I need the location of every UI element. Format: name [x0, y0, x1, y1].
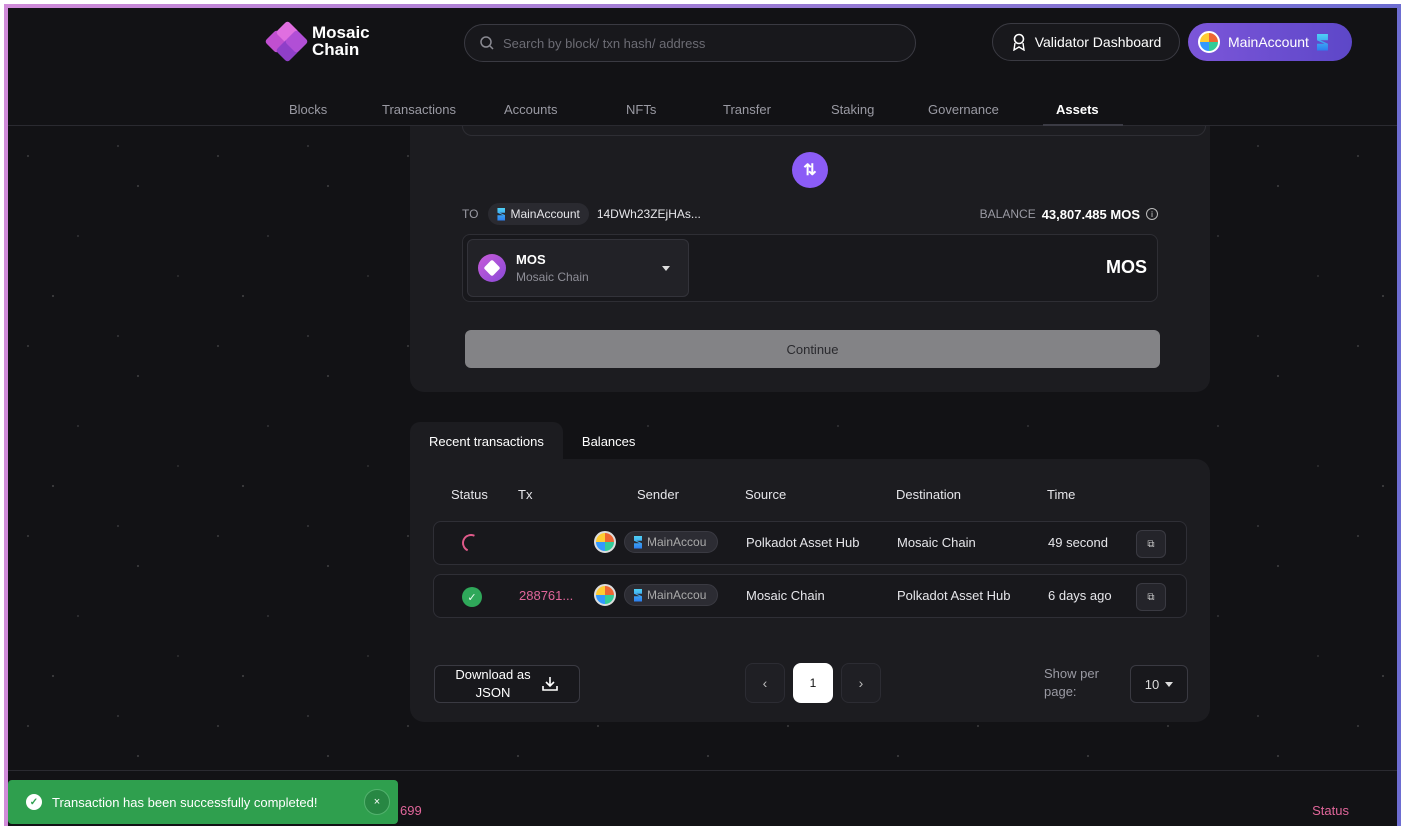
- sender: MainAccou: [594, 531, 718, 553]
- table-row[interactable]: MainAccou Polkadot Asset Hub Mosaic Chai…: [433, 521, 1187, 565]
- continue-button[interactable]: Continue: [465, 330, 1160, 368]
- substrate-icon: [634, 588, 642, 602]
- sender-avatar: [594, 531, 616, 553]
- footer-number[interactable]: 699: [400, 803, 422, 818]
- mos-token-icon: [478, 254, 506, 282]
- nav-transactions[interactable]: Transactions: [382, 102, 456, 117]
- col-status: Status: [451, 487, 488, 502]
- close-icon: ×: [373, 796, 381, 808]
- chevron-down-icon: [662, 265, 670, 271]
- col-destination: Destination: [896, 487, 962, 502]
- time: 49 second: [1048, 535, 1108, 550]
- search-input[interactable]: [503, 35, 893, 51]
- external-link-button[interactable]: ⧉: [1136, 530, 1166, 558]
- toast-message: Transaction has been successfully comple…: [52, 794, 318, 810]
- nav-staking[interactable]: Staking: [831, 102, 874, 117]
- validator-icon: [1012, 33, 1025, 51]
- nav-transfer[interactable]: Transfer: [723, 102, 771, 117]
- app-frame: Mosaic Chain Validator Dashboard MainAcc…: [4, 4, 1401, 826]
- col-time: Time: [1047, 487, 1076, 502]
- substrate-icon: [634, 535, 642, 549]
- transfer-card: ⇅ TO MainAccount 14DWh23ZEjHAs... BALANC…: [410, 126, 1210, 392]
- nav-assets[interactable]: Assets: [1056, 102, 1099, 117]
- sender-name: MainAccou: [647, 535, 707, 549]
- time: 6 days ago: [1048, 588, 1112, 603]
- sender-avatar: [594, 584, 616, 606]
- pending-spinner-icon: [459, 531, 483, 555]
- status-link[interactable]: Status: [1312, 803, 1349, 818]
- info-icon[interactable]: i: [1146, 208, 1158, 220]
- token-chain: Mosaic Chain: [516, 270, 589, 284]
- nav-governance[interactable]: Governance: [928, 102, 999, 117]
- balance: BALANCE 43,807.485 MOS i: [980, 207, 1158, 222]
- external-link-icon: ⧉: [1147, 538, 1155, 550]
- transactions-card: Status Tx Sender Source Destination Time…: [410, 459, 1210, 722]
- col-tx: Tx: [518, 487, 533, 502]
- to-account-name: MainAccount: [510, 207, 580, 221]
- to-account-chip[interactable]: MainAccount: [488, 203, 589, 225]
- logo[interactable]: Mosaic Chain: [264, 20, 370, 63]
- destination: Mosaic Chain: [897, 535, 976, 550]
- sender: MainAccou: [594, 584, 718, 606]
- validator-dashboard-button[interactable]: Validator Dashboard: [992, 23, 1180, 61]
- validator-dashboard-label: Validator Dashboard: [1034, 34, 1162, 50]
- sender-name: MainAccou: [647, 588, 707, 602]
- chevron-down-icon: [1165, 681, 1174, 687]
- to-label: TO: [462, 207, 479, 221]
- main-nav: Blocks Transactions Accounts NFTs Transf…: [8, 98, 1397, 126]
- top-bar: Mosaic Chain Validator Dashboard MainAcc…: [8, 8, 1397, 126]
- substrate-icon: [497, 207, 506, 221]
- tx-hash[interactable]: 288761...: [519, 588, 573, 603]
- nav-blocks[interactable]: Blocks: [289, 102, 327, 117]
- from-field-edge: [462, 126, 1206, 136]
- download-json-button[interactable]: Download as JSON: [434, 665, 580, 703]
- balance-value: 43,807.485 MOS: [1041, 206, 1140, 222]
- next-page-button[interactable]: ›: [841, 663, 881, 703]
- swap-direction-button[interactable]: ⇅: [792, 152, 828, 188]
- mosaic-logo-icon: [264, 20, 309, 63]
- success-toast: ✓ Transaction has been successfully comp…: [8, 780, 398, 824]
- swap-icon: ⇅: [803, 162, 817, 179]
- per-page-select[interactable]: 10: [1130, 665, 1188, 703]
- tab-recent-transactions[interactable]: Recent transactions: [410, 422, 563, 460]
- source: Mosaic Chain: [746, 588, 825, 603]
- prev-page-button[interactable]: ‹: [745, 663, 785, 703]
- account-avatar: [1198, 31, 1220, 53]
- tab-balances[interactable]: Balances: [563, 422, 654, 460]
- per-page-value: 10: [1144, 676, 1160, 692]
- sender-chip[interactable]: MainAccou: [624, 531, 718, 553]
- download-icon: [541, 677, 558, 691]
- amount-unit: MOS: [1105, 257, 1147, 277]
- external-link-button[interactable]: ⧉: [1136, 583, 1166, 611]
- substrate-icon: [1316, 33, 1328, 51]
- external-link-icon: ⧉: [1147, 591, 1155, 603]
- success-check-icon: ✓: [462, 587, 482, 607]
- account-button[interactable]: MainAccount: [1188, 23, 1352, 61]
- download-label: Download as JSON: [455, 667, 531, 700]
- account-label: MainAccount: [1228, 34, 1309, 50]
- search-bar: [464, 24, 916, 62]
- table-row[interactable]: ✓ 288761... MainAccou Mosaic Chain Polka…: [433, 574, 1187, 618]
- source: Polkadot Asset Hub: [746, 535, 860, 550]
- nav-accounts[interactable]: Accounts: [504, 102, 557, 117]
- token-info: MOS Mosaic Chain: [516, 252, 589, 284]
- destination: Polkadot Asset Hub: [897, 588, 1011, 603]
- token-symbol: MOS: [516, 252, 546, 267]
- to-address: 14DWh23ZEjHAs...: [596, 207, 701, 221]
- col-sender: Sender: [637, 487, 679, 502]
- page-1-button[interactable]: 1: [793, 663, 833, 703]
- nav-nfts[interactable]: NFTs: [626, 102, 656, 117]
- close-toast-button[interactable]: ×: [364, 789, 390, 815]
- sender-chip[interactable]: MainAccou: [624, 584, 718, 606]
- token-amount-field[interactable]: MOS Mosaic Chain MOS: [462, 234, 1158, 302]
- transactions-tabs: Recent transactions Balances: [410, 422, 654, 460]
- token-select[interactable]: MOS Mosaic Chain: [467, 239, 689, 297]
- search-icon: [480, 36, 494, 50]
- to-row: TO MainAccount 14DWh23ZEjHAs... BALANCE …: [462, 202, 1158, 226]
- col-source: Source: [745, 487, 787, 502]
- check-circle-icon: ✓: [26, 794, 42, 810]
- balance-label: BALANCE: [979, 207, 1036, 221]
- per-page-label: Show per page:: [1044, 666, 1099, 699]
- logo-text: Mosaic Chain: [312, 23, 370, 59]
